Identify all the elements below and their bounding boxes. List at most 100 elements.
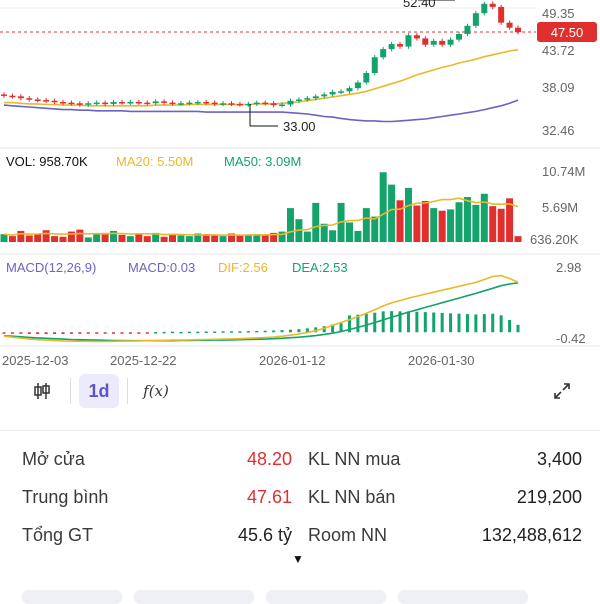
candle-body xyxy=(177,103,184,105)
candle-body xyxy=(169,102,176,105)
macd-histogram-bar xyxy=(423,312,427,333)
candle-body xyxy=(397,44,404,47)
vol-label: VOL: 958.70K xyxy=(6,154,88,169)
candle-body xyxy=(321,94,328,97)
candle-body xyxy=(456,34,463,40)
candle-body xyxy=(127,102,134,104)
macd-histogram-bar xyxy=(61,332,65,335)
candle-body xyxy=(85,103,92,105)
date-label: 2026-01-12 xyxy=(259,353,326,368)
vol-axis-label: 10.74M xyxy=(542,164,585,179)
macd-histogram-bar xyxy=(10,332,14,334)
function-button[interactable]: f(x) xyxy=(136,374,176,408)
date-label: 2025-12-03 xyxy=(2,353,69,368)
candle-body xyxy=(405,35,412,47)
macd-histogram-bar xyxy=(179,331,183,334)
volume-bar xyxy=(135,233,143,242)
volume-bar xyxy=(303,231,311,242)
stats-row: Tổng GT 45.6 tỷ Room NN 132,488,612 xyxy=(22,516,582,554)
volume-bar xyxy=(421,200,429,242)
macd-histogram-bar xyxy=(36,332,40,335)
expand-icon[interactable] xyxy=(542,374,582,408)
candlestick-icon[interactable] xyxy=(22,374,62,408)
candle-body xyxy=(51,100,58,103)
volume-bar xyxy=(455,202,463,242)
macd-histogram-bar xyxy=(103,332,107,334)
volume-bar xyxy=(286,208,294,242)
candle-body xyxy=(464,25,471,34)
macd-histogram-bar xyxy=(213,331,217,333)
stock-chart[interactable]: 49.35 43.72 38.09 32.46 47.50 52.40 33.0… xyxy=(0,0,600,372)
volume-bar xyxy=(388,184,396,242)
volume-bar xyxy=(25,235,33,242)
total-label: Tổng GT xyxy=(22,524,94,545)
candle-body xyxy=(279,104,286,107)
candle-body xyxy=(363,73,370,83)
macd-histogram-bar xyxy=(457,313,461,333)
toolbar-separator xyxy=(127,378,128,404)
stats-table: Mở cửa 48.20 KL NN mua 3,400 Trung bình … xyxy=(22,440,582,554)
volume-bar xyxy=(480,193,488,242)
macd-axis-label: -0.42 xyxy=(556,331,586,346)
macd-histogram-bar xyxy=(221,331,225,333)
bottom-tab[interactable] xyxy=(398,590,528,604)
vol-ma50-label: MA50: 3.09M xyxy=(224,154,301,169)
bottom-tab[interactable] xyxy=(134,590,254,604)
low-annotation: 33.00 xyxy=(283,119,316,134)
candle-body xyxy=(489,3,496,7)
macd-histogram-bar xyxy=(128,332,132,334)
bottom-tab[interactable] xyxy=(266,590,386,604)
candle-body xyxy=(287,100,294,105)
volume-bar xyxy=(118,234,126,242)
volume-bar xyxy=(185,236,193,242)
volume-bar xyxy=(126,236,134,242)
nn-buy-label: KL NN mua xyxy=(308,448,401,469)
candle-body xyxy=(346,88,353,92)
volume-bar xyxy=(8,236,16,242)
interval-button[interactable]: 1d xyxy=(79,374,119,408)
candle-body xyxy=(506,22,513,28)
macd-histogram-bar xyxy=(19,332,23,334)
volume-bar xyxy=(312,202,320,242)
price-axis-label: 49.35 xyxy=(542,6,575,21)
volume-bar xyxy=(84,237,92,242)
volume-bar xyxy=(472,204,480,242)
volume-bar xyxy=(514,236,522,242)
macd-histogram-bar xyxy=(415,311,419,333)
macd-title: MACD(12,26,9) xyxy=(6,260,96,275)
volume-bar xyxy=(0,234,8,242)
macd-value-label: MACD:0.03 xyxy=(128,260,195,275)
volume-bar xyxy=(438,210,446,242)
candle-body xyxy=(262,102,269,105)
volume-bar xyxy=(177,235,185,242)
volume-bar xyxy=(143,236,151,242)
candle-body xyxy=(422,38,429,45)
vol-axis-label: 636.20K xyxy=(530,232,579,247)
volume-bar xyxy=(447,209,455,242)
candle-body xyxy=(413,35,420,39)
candle-body xyxy=(110,102,117,104)
macd-histogram-bar xyxy=(204,331,208,333)
bottom-tab[interactable] xyxy=(22,590,122,604)
macd-histogram-bar xyxy=(78,332,82,334)
macd-histogram-bar xyxy=(112,332,116,334)
candle-body xyxy=(228,103,235,105)
macd-histogram-bar xyxy=(491,313,495,333)
volume-bar xyxy=(17,230,25,242)
expand-caret-icon[interactable]: ▼ xyxy=(292,552,304,566)
macd-histogram-bar xyxy=(246,331,250,333)
macd-histogram-bar xyxy=(508,319,512,333)
date-label: 2025-12-22 xyxy=(110,353,177,368)
stats-row: Mở cửa 48.20 KL NN mua 3,400 xyxy=(22,440,582,478)
macd-histogram-bar xyxy=(154,332,158,334)
macd-histogram-bar xyxy=(449,313,453,333)
candle-body xyxy=(43,100,50,102)
macd-histogram-bar xyxy=(474,314,478,333)
volume-bar xyxy=(76,229,84,242)
candle-body xyxy=(447,39,454,45)
candle-body xyxy=(388,44,395,50)
stats-row: Trung bình 47.61 KL NN bán 219,200 xyxy=(22,478,582,516)
volume-bar xyxy=(379,172,387,242)
volume-bar xyxy=(51,236,59,242)
volume-bar xyxy=(236,235,244,242)
